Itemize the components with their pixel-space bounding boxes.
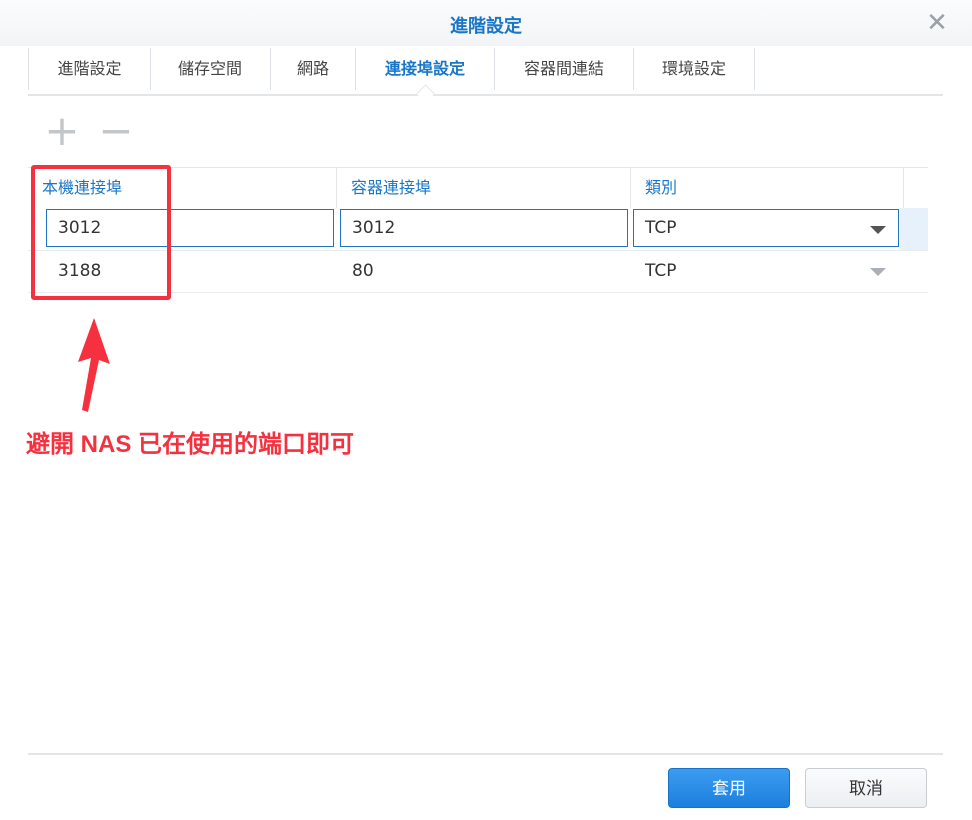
annotation-text: 避開 NAS 已在使用的端口即可 (26, 431, 355, 458)
column-header-container-port[interactable]: 容器連接埠 (337, 168, 631, 208)
type-select[interactable]: TCP (633, 209, 899, 247)
type-value: TCP (645, 261, 677, 281)
dialog-title: 進階設定 (450, 16, 522, 37)
apply-button[interactable]: 套用 (668, 768, 790, 808)
row-selection-highlight (900, 208, 928, 250)
type-select-value: TCP (645, 218, 677, 238)
tab-container-links[interactable]: 容器間連結 (495, 48, 634, 90)
tab-network[interactable]: 網路 (271, 48, 356, 90)
tab-advanced-settings[interactable]: 進階設定 (28, 48, 151, 90)
tab-bar: 進階設定 儲存空間 網路 連接埠設定 容器間連結 環境設定 (28, 46, 943, 96)
footer-divider (28, 753, 943, 755)
container-port-value: 80 (352, 261, 374, 281)
cancel-button[interactable]: 取消 (805, 768, 927, 808)
container-port-input[interactable]: 3012 (340, 209, 628, 247)
column-header-type[interactable]: 類別 (631, 168, 904, 208)
close-icon[interactable]: ✕ (926, 10, 948, 36)
dialog-titlebar: 進階設定 ✕ (0, 0, 972, 46)
chevron-down-icon[interactable] (870, 268, 886, 276)
tab-storage[interactable]: 儲存空間 (150, 48, 271, 90)
chevron-down-icon[interactable] (870, 226, 886, 234)
annotation-arrow-icon (78, 318, 110, 412)
plus-icon[interactable]: + (44, 110, 80, 152)
tab-environment[interactable]: 環境設定 (634, 48, 755, 90)
minus-icon[interactable]: − (98, 110, 134, 152)
annotation-highlight-box (31, 165, 171, 300)
